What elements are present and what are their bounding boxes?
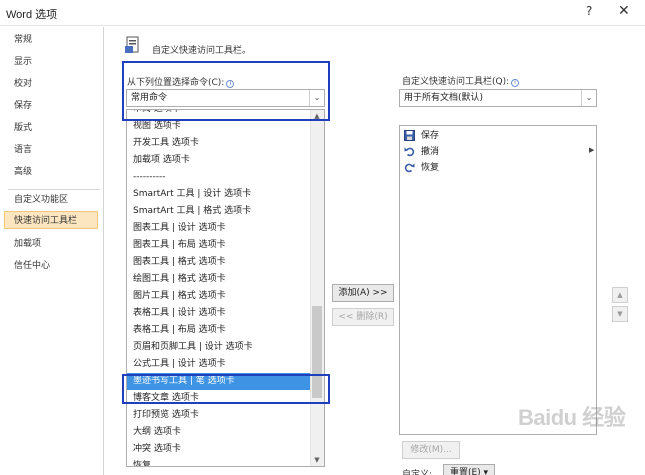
list-item[interactable]: 公式工具 | 设计 选项卡 (127, 356, 311, 373)
save-icon (404, 130, 415, 141)
customize-toolbar-label-text: 自定义快速访问工具栏(Q): (402, 77, 510, 87)
move-up-button[interactable]: ▲ (612, 287, 628, 303)
list-item[interactable]: 打印预览 选项卡 (127, 407, 311, 424)
choose-commands-label: 从下列位置选择命令(C): i (127, 75, 235, 88)
commands-source-value: 常用命令 (131, 93, 168, 103)
modify-button[interactable]: 修改(M)... (402, 441, 460, 459)
toolbar-commands-list[interactable]: 保存 撤消 恢复 ▶ (399, 125, 597, 435)
toolbar-scope-select[interactable]: 用于所有文档(默认) ⌄ (399, 89, 597, 107)
sidebar-item-save[interactable]: 保存 (8, 97, 102, 115)
list-item[interactable]: 冲突 选项卡 (127, 441, 311, 458)
scroll-up-icon[interactable]: ▲ (310, 110, 324, 122)
add-button[interactable]: 添加(A) >> (332, 284, 394, 302)
scroll-thumb[interactable] (312, 306, 322, 398)
toolbar-scope-value: 用于所有文档(默认) (404, 93, 484, 103)
choose-commands-label-text: 从下列位置选择命令(C): (127, 78, 225, 88)
list-item-separator: ---------- (133, 172, 166, 182)
expand-arrow-icon[interactable]: ▶ (589, 146, 594, 154)
list-item[interactable]: 图表工具 | 设计 选项卡 (127, 220, 311, 237)
list-item[interactable]: 表格工具 | 设计 选项卡 (127, 305, 311, 322)
help-button[interactable]: ? (586, 4, 592, 18)
sidebar-divider (8, 189, 100, 190)
list-item[interactable]: 加载项 选项卡 (127, 152, 311, 169)
toolbar-item-redo[interactable]: 恢复 (404, 161, 439, 176)
sidebar-item-general[interactable]: 常规 (8, 31, 102, 49)
toolbar-item-label: 保存 (421, 131, 440, 141)
sidebar-item-add-ins[interactable]: 加载项 (8, 235, 102, 253)
list-item[interactable]: 页眉和页脚工具 | 设计 选项卡 (127, 339, 311, 356)
list-item[interactable]: 表格工具 | 布局 选项卡 (127, 322, 311, 339)
info-icon: i (226, 80, 235, 88)
list-item[interactable]: 视图 选项卡 (127, 118, 311, 135)
sidebar-item-advanced[interactable]: 高级 (8, 163, 102, 181)
commands-scrollbar[interactable]: ▲ ▼ (310, 110, 324, 466)
commands-list[interactable]: 审阅 选项卡 视图 选项卡 开发工具 选项卡 加载项 选项卡 ---------… (126, 109, 325, 467)
window-title: Word 选项 (6, 9, 58, 21)
list-item[interactable]: SmartArt 工具 | 设计 选项卡 (127, 186, 311, 203)
close-button[interactable]: ✕ (618, 3, 630, 19)
watermark-logo: Baidu 经验 (518, 405, 626, 430)
sidebar-item-quick-access-toolbar[interactable]: 快速访问工具栏 (4, 211, 98, 229)
reset-button[interactable]: 重置(E) ▾ (443, 464, 495, 475)
sidebar-item-customize-ribbon[interactable]: 自定义功能区 (8, 191, 102, 209)
page-header: 自定义快速访问工具栏。 (152, 46, 252, 56)
list-item[interactable]: SmartArt 工具 | 格式 选项卡 (127, 203, 311, 220)
info-icon: i (511, 79, 520, 87)
sidebar-item-language[interactable]: 语言 (8, 141, 102, 159)
scroll-down-icon[interactable]: ▼ (310, 454, 324, 466)
move-down-button[interactable]: ▼ (612, 306, 628, 322)
chevron-down-icon[interactable]: ⌄ (581, 90, 596, 106)
list-item[interactable]: 大纲 选项卡 (127, 424, 311, 441)
toolbar-doc-icon (125, 36, 139, 53)
sidebar-item-trust-center[interactable]: 信任中心 (8, 257, 102, 275)
toolbar-item-save[interactable]: 保存 (404, 129, 439, 144)
list-item-selected[interactable]: 墨迹书写工具 | 笔 选项卡 (127, 373, 311, 390)
list-item[interactable]: 开发工具 选项卡 (127, 135, 311, 152)
commands-source-select[interactable]: 常用命令 ⌄ (126, 89, 325, 107)
list-item[interactable]: 恢复 (127, 458, 311, 466)
toolbar-item-label: 撤消 (421, 147, 440, 157)
undo-icon (404, 147, 415, 157)
remove-button[interactable]: << 删除(R) (332, 308, 394, 326)
list-item[interactable]: 绘图工具 | 格式 选项卡 (127, 271, 311, 288)
options-sidebar: 常规 显示 校对 保存 版式 语言 高级 自定义功能区 快速访问工具栏 加载项 … (0, 27, 104, 475)
toolbar-item-undo[interactable]: 撤消 (404, 145, 439, 160)
redo-icon (404, 163, 415, 173)
customize-toolbar-label: 自定义快速访问工具栏(Q): i (402, 74, 520, 87)
sidebar-item-layout[interactable]: 版式 (8, 119, 102, 137)
title-bar: Word 选项 ? ✕ (0, 0, 645, 26)
sidebar-item-proofing[interactable]: 校对 (8, 75, 102, 93)
list-item[interactable]: 博客文章 选项卡 (127, 390, 311, 407)
toolbar-item-label: 恢复 (421, 163, 440, 173)
list-item[interactable]: 图片工具 | 格式 选项卡 (127, 288, 311, 305)
sidebar-item-display[interactable]: 显示 (8, 53, 102, 71)
list-item[interactable]: 审阅 选项卡 (127, 110, 311, 118)
chevron-down-icon[interactable]: ⌄ (309, 90, 324, 106)
customizations-label: 自定义: (402, 470, 433, 475)
list-item[interactable]: 图表工具 | 格式 选项卡 (127, 254, 311, 271)
list-item[interactable]: 图表工具 | 布局 选项卡 (127, 237, 311, 254)
